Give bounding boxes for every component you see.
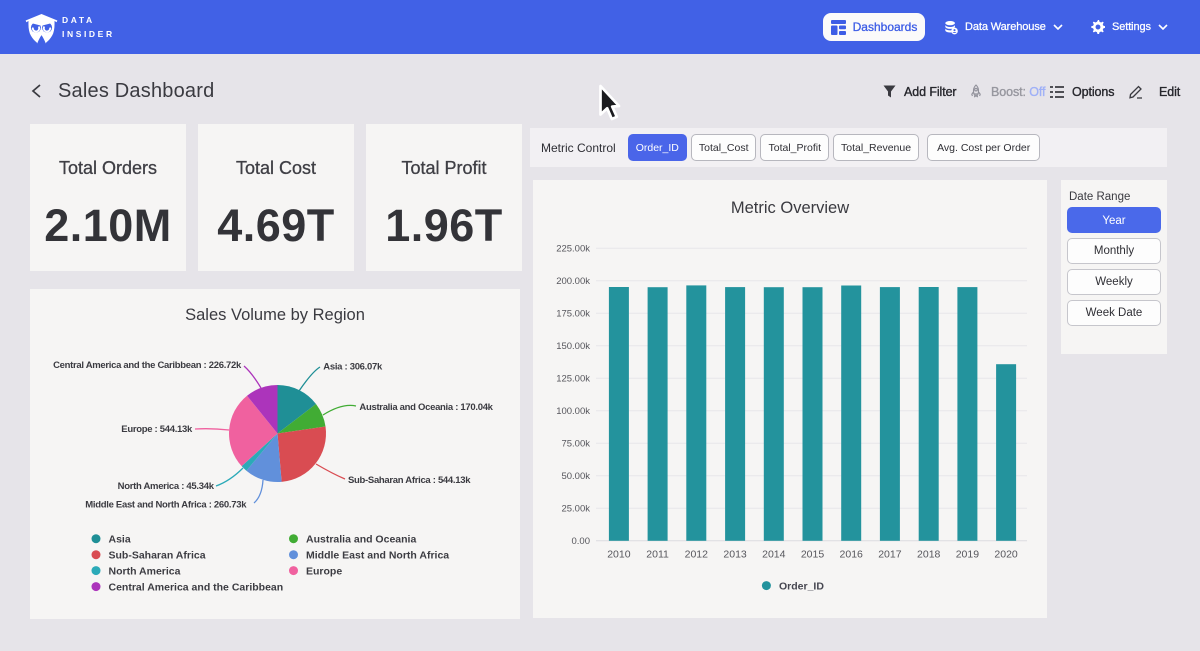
svg-text:2018: 2018 <box>917 549 941 561</box>
svg-text:Asia : 306.07k: Asia : 306.07k <box>323 362 383 373</box>
svg-text:Europe: Europe <box>306 565 342 577</box>
svg-text:Central America and the Caribb: Central America and the Caribbean <box>109 581 284 593</box>
svg-text:2019: 2019 <box>956 549 980 561</box>
svg-text:Central America and the Caribb: Central America and the Caribbean : 226.… <box>53 360 242 371</box>
svg-text:2015: 2015 <box>801 549 825 561</box>
svg-text:2013: 2013 <box>723 549 747 561</box>
svg-text:225.00k: 225.00k <box>556 244 590 255</box>
svg-text:50.00k: 50.00k <box>561 471 590 482</box>
svg-text:Europe : 544.13k: Europe : 544.13k <box>121 424 193 435</box>
svg-text:2011: 2011 <box>646 549 669 561</box>
svg-text:2016: 2016 <box>840 549 864 561</box>
svg-text:Sub-Saharan Africa : 544.13k: Sub-Saharan Africa : 544.13k <box>348 475 471 486</box>
svg-text:North America: North America <box>109 565 181 577</box>
svg-text:150.00k: 150.00k <box>556 341 590 352</box>
svg-text:175.00k: 175.00k <box>556 309 590 320</box>
svg-text:Sub-Saharan Africa: Sub-Saharan Africa <box>109 549 206 561</box>
svg-text:200.00k: 200.00k <box>556 276 590 287</box>
svg-text:2010: 2010 <box>607 549 631 561</box>
svg-text:2012: 2012 <box>685 549 709 561</box>
svg-text:100.00k: 100.00k <box>556 406 590 417</box>
svg-text:25.00k: 25.00k <box>561 504 590 515</box>
svg-text:125.00k: 125.00k <box>556 374 590 385</box>
svg-text:75.00k: 75.00k <box>561 439 590 450</box>
svg-text:2017: 2017 <box>878 549 902 561</box>
svg-text:2014: 2014 <box>762 549 786 561</box>
svg-text:0.00: 0.00 <box>572 536 591 547</box>
svg-text:Order_ID: Order_ID <box>779 580 824 592</box>
svg-text:2020: 2020 <box>994 549 1018 561</box>
svg-text:Asia: Asia <box>109 533 131 545</box>
svg-text:Australia and Oceania : 170.04: Australia and Oceania : 170.04k <box>359 402 493 413</box>
svg-text:Middle East and North Africa :: Middle East and North Africa : 260.73k <box>85 500 247 511</box>
svg-text:North America : 45.34k: North America : 45.34k <box>118 481 215 492</box>
svg-text:Australia and Oceania: Australia and Oceania <box>306 533 416 545</box>
svg-text:Middle East and North Africa: Middle East and North Africa <box>306 549 449 561</box>
